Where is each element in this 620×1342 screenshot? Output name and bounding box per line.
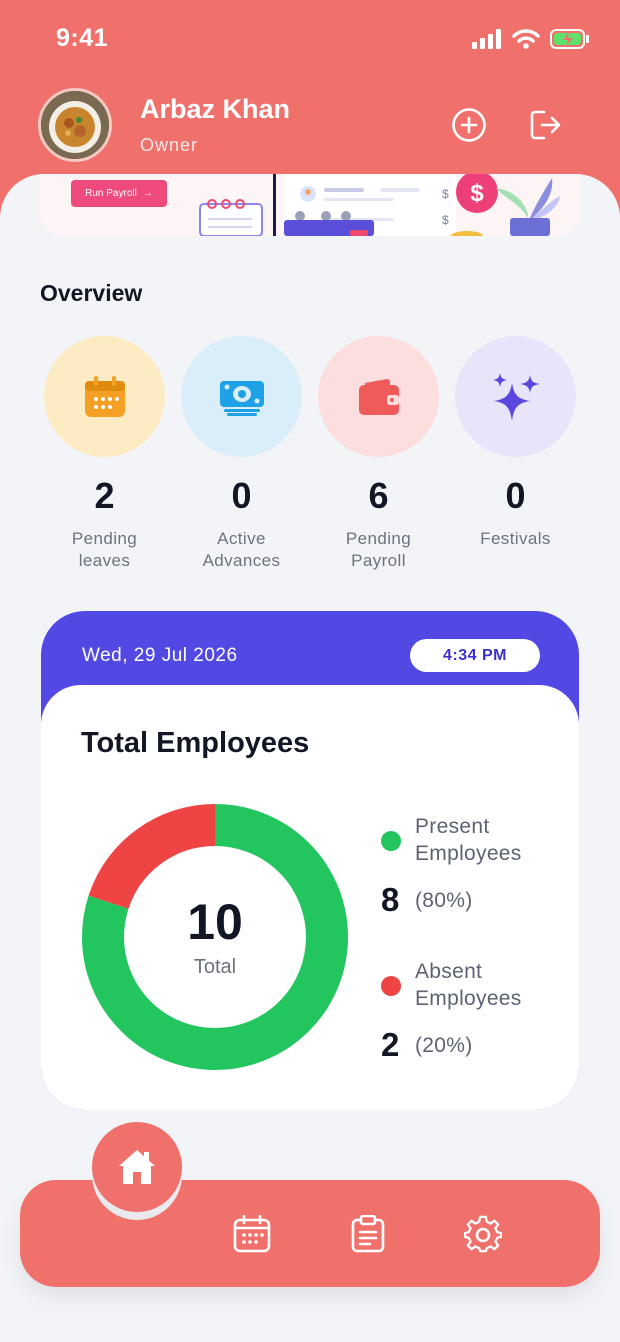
stat-value: 0 <box>231 475 252 516</box>
stat-icon-circle <box>44 336 165 457</box>
present-dot <box>381 831 401 851</box>
status-time: 9:41 <box>56 24 109 52</box>
employees-title: Total Employees <box>81 727 310 759</box>
stat-icon-circle <box>181 336 302 457</box>
gear-icon <box>464 1215 502 1253</box>
absent-count: 2 <box>381 1026 400 1063</box>
stat-icon-circle <box>455 336 576 457</box>
total-employees-card[interactable]: Wed, 29 Jul 2026 4:34 PM Total Employees… <box>41 611 579 1110</box>
current-time-badge: 4:34 PM <box>410 639 540 672</box>
stat-value: 2 <box>94 475 115 516</box>
sparkles-icon <box>492 372 540 421</box>
nav-settings-button[interactable] <box>463 1214 503 1254</box>
absent-percent: (20%) <box>415 1034 473 1057</box>
nav-calendar-button[interactable] <box>232 1214 272 1254</box>
plus-circle-icon <box>452 108 486 142</box>
stat-active-advances[interactable]: 0 Active Advances <box>181 336 302 572</box>
calendar-icon <box>84 375 125 417</box>
battery-icon <box>550 29 589 49</box>
stat-pending-payroll[interactable]: 6 Pending Payroll <box>318 336 439 572</box>
total-label: Total <box>193 955 237 978</box>
status-icons <box>472 28 590 50</box>
wallet-icon <box>358 378 399 415</box>
home-icon <box>119 1150 155 1184</box>
stat-value: 0 <box>505 475 526 516</box>
money-icon <box>219 380 264 416</box>
present-count: 8 <box>381 881 400 918</box>
stat-icon-circle <box>318 336 439 457</box>
clipboard-icon <box>351 1215 385 1253</box>
stat-label: Pending leaves <box>71 529 138 570</box>
status-bar: 9:41 <box>0 0 620 80</box>
employees-donut-chart: 10 Total <box>81 803 349 1071</box>
employees-card-body: Total Employees 10 Total Present Employe… <box>41 685 579 1110</box>
stat-label: Active Advances <box>202 529 281 570</box>
profile-header: Arbaz Khan Owner <box>38 88 290 162</box>
svg-text:$: $ <box>442 187 449 201</box>
logout-icon <box>530 110 561 140</box>
present-label: Present Employees <box>415 815 522 865</box>
current-date: Wed, 29 Jul 2026 <box>82 645 238 666</box>
absent-dot <box>381 976 401 996</box>
absent-label: Absent Employees <box>415 960 522 1010</box>
avatar-image <box>41 91 109 159</box>
total-count: 10 <box>187 893 243 950</box>
add-button[interactable] <box>450 106 488 144</box>
signal-icon <box>472 29 501 49</box>
wifi-icon <box>512 29 540 49</box>
avatar[interactable] <box>38 88 112 162</box>
promo-banner[interactable]: Run Payroll → $ $ $ <box>40 174 580 236</box>
donut-center: 10 Total <box>81 803 349 1071</box>
stat-pending-leaves[interactable]: 2 Pending leaves <box>44 336 165 572</box>
present-percent: (80%) <box>415 889 473 912</box>
banner-illustration: $ $ $ <box>199 174 560 236</box>
user-role: Owner <box>140 135 199 155</box>
nav-tasks-button[interactable] <box>348 1214 388 1254</box>
calendar-icon <box>233 1215 271 1253</box>
svg-text:$: $ <box>470 180 484 207</box>
svg-text:$: $ <box>442 213 449 227</box>
user-name: Arbaz Khan <box>140 94 291 124</box>
overview-title: Overview <box>40 280 143 306</box>
nav-home-button[interactable] <box>92 1122 182 1212</box>
stat-label: Pending Payroll <box>345 529 412 570</box>
stat-label: Festivals <box>480 529 551 548</box>
logout-button[interactable] <box>526 106 564 144</box>
stat-festivals[interactable]: 0 Festivals <box>455 336 576 550</box>
stat-value: 6 <box>368 475 389 516</box>
